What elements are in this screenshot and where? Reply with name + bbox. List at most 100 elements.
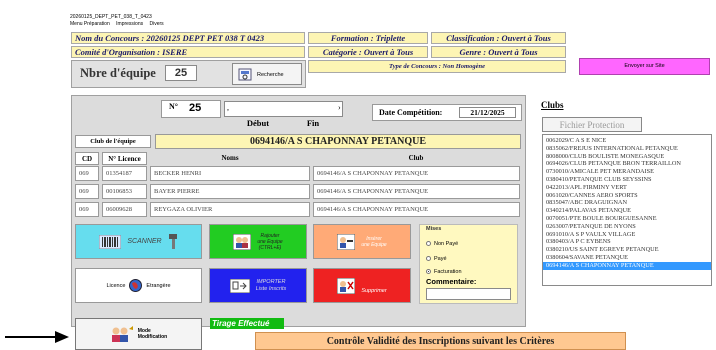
row2-club[interactable]: 0694146/A S CHAPONNAY PETANQUE xyxy=(313,184,520,199)
controle-validite-button[interactable]: Contrôle Validité des Inscriptions suiva… xyxy=(255,332,626,350)
row1-club[interactable]: 0694146/A S CHAPONNAY PETANQUE xyxy=(313,166,520,181)
commentaire-input[interactable] xyxy=(426,288,511,300)
clubs-list[interactable]: 0062029/C A S E NICE 0835062/FREJUS INTE… xyxy=(542,134,712,286)
concours-name: Nom du Concours : 20260125 DEPT PET 038 … xyxy=(71,32,305,44)
club-equipe-label: Club de l'équipe xyxy=(75,135,151,148)
club-item[interactable]: 0694026/CLUB PETANQUE BRON TERRAILLON xyxy=(546,160,708,168)
numero-value: 25 xyxy=(189,102,202,114)
tirage-status: Tirage Effectué xyxy=(210,318,284,329)
mises-option-facturation[interactable]: Facturation xyxy=(426,269,462,275)
numero-label: N° xyxy=(169,102,178,111)
importer-line2: Liste Inscrits xyxy=(255,285,287,292)
col-header-cd: CD xyxy=(75,152,99,165)
licence-label: Licence xyxy=(106,282,126,289)
menu-impressions[interactable]: Impressions xyxy=(116,21,143,27)
radio-icon xyxy=(426,256,431,262)
globe-icon xyxy=(129,279,143,292)
scanner-button[interactable]: SCANNER xyxy=(75,224,202,259)
nbre-equipe-panel: Nbre d'équipe 25 Recherche xyxy=(71,60,306,88)
nbre-equipe-label: Nbre d'équipe xyxy=(80,66,156,80)
scanner-gun-icon xyxy=(168,233,177,249)
envoyer-site-button[interactable]: Envoyer sur Site xyxy=(579,58,710,75)
club-item[interactable]: 0835062/FREJUS INTERNATIONAL PETANQUE xyxy=(546,145,708,153)
scanner-label: SCANNER xyxy=(127,238,162,245)
row3-cd[interactable]: 069 xyxy=(75,202,99,217)
menu-preparation[interactable]: Menu Préparation xyxy=(70,21,110,27)
inserer-line2: une Equipe xyxy=(361,241,387,248)
add-team-icon xyxy=(233,233,252,250)
search-icon xyxy=(238,68,252,81)
mises-option-paye[interactable]: Payé xyxy=(426,256,447,262)
users-edit-icon xyxy=(111,326,133,342)
etrangere-label: Etrangère xyxy=(146,282,171,289)
club-item[interactable]: 0730010/AMICALE PET MERANDAISE xyxy=(546,168,708,176)
radio-icon xyxy=(426,241,431,247)
supprimer-label: Supprimer xyxy=(361,287,387,294)
supprimer-button[interactable]: Supprimer xyxy=(313,268,411,303)
club-item[interactable]: 0422013/APL FIRMINY VERT xyxy=(546,184,708,192)
team-range-input[interactable]: , › xyxy=(224,101,343,117)
categorie-label: Catégorie : Ouvert à Tous xyxy=(308,46,428,58)
mises-option-label: Facturation xyxy=(434,269,462,275)
inserer-equipe-button[interactable]: Insérer une Equipe xyxy=(313,224,411,259)
club-equipe-value: 0694146/A S CHAPONNAY PETANQUE xyxy=(155,134,521,149)
rajouter-line2: une Equipe xyxy=(257,238,283,245)
mises-option-non-paye[interactable]: Non Payé xyxy=(426,241,458,247)
classification-label: Classification : Ouvert à Tous xyxy=(431,32,566,44)
club-item[interactable]: 0691010/A S P VAULX VILLAGE xyxy=(546,231,708,239)
club-item[interactable]: 0380210/US SAINT EGREVE PETANQUE xyxy=(546,246,708,254)
club-item[interactable]: 0061020/CANNES AERO SPORTS xyxy=(546,192,708,200)
rajouter-equipe-button[interactable]: Rajouter une Equipe (CTRL+E) xyxy=(209,224,307,259)
row2-nom[interactable]: BAYER PIERRE xyxy=(150,184,310,199)
recherche-button[interactable]: Recherche xyxy=(232,63,302,85)
comite-label: Comité d'Organisation : ISERE xyxy=(71,46,305,58)
club-item[interactable]: 0835047/ABC DRAGUIGNAN xyxy=(546,199,708,207)
debut-label: Début xyxy=(246,118,270,128)
row3-licence[interactable]: 06009628 xyxy=(102,202,147,217)
importer-button[interactable]: IMPORTER Liste Inscrits xyxy=(209,268,307,303)
fichier-protection-button[interactable]: Fichier Protection xyxy=(542,117,642,132)
delete-team-icon xyxy=(337,277,356,294)
date-competition-input[interactable]: 21/12/2025 xyxy=(459,107,516,118)
radio-selected-icon xyxy=(426,269,431,275)
clubs-title: Clubs xyxy=(541,100,564,110)
mises-panel: Mises Non Payé Payé Facturation Commenta… xyxy=(419,224,518,304)
row2-licence[interactable]: 00106853 xyxy=(102,184,147,199)
row2-cd[interactable]: 069 xyxy=(75,184,99,199)
club-item[interactable]: 8008000/CLUB BOULISTE MONEGASQUE xyxy=(546,153,708,161)
mises-option-label: Payé xyxy=(434,256,447,262)
club-item[interactable]: 0380604/SAVANE PETANQUE xyxy=(546,254,708,262)
rajouter-line3: (CTRL+E) xyxy=(258,244,282,251)
menu-divers[interactable]: Divers xyxy=(149,21,163,27)
club-item[interactable]: 0062029/C A S E NICE xyxy=(546,137,708,145)
mises-option-label: Non Payé xyxy=(434,241,459,247)
genre-label: Genre : Ouvert à Tous xyxy=(431,46,566,58)
row3-nom[interactable]: REYGAZA OLIVIER xyxy=(150,202,310,217)
col-header-noms: Noms xyxy=(221,154,239,162)
date-competition-box: Date Compétition: 21/12/2025 xyxy=(372,104,522,121)
fin-label: Fin xyxy=(306,118,320,128)
mises-title: Mises xyxy=(426,226,442,232)
formation-label: Formation : Triplette xyxy=(308,32,428,44)
row1-nom[interactable]: BECKER HENRI xyxy=(150,166,310,181)
club-item[interactable]: 0070051/PTE BOULE BOURGUESANNE xyxy=(546,215,708,223)
club-item[interactable]: 0263007/PETANQUE DE NYONS xyxy=(546,223,708,231)
date-competition-label: Date Compétition: xyxy=(379,108,443,117)
insert-team-icon xyxy=(337,233,356,250)
type-concours: Type de Concours : Non Homogène xyxy=(308,60,566,73)
range-right-marker: › xyxy=(338,103,341,112)
club-item-selected[interactable]: 0694146/A S CHAPONNAY PETANQUE xyxy=(543,261,711,270)
club-item[interactable]: 0340214/PALAVAS PETANQUE xyxy=(546,207,708,215)
licence-etrangere-button[interactable]: Licence Etrangère xyxy=(75,268,202,303)
col-header-licence: N° Licence xyxy=(102,152,147,165)
club-item[interactable]: 0380403/A P C EYBENS xyxy=(546,238,708,246)
club-item[interactable]: 0380410/PETANQUE CLUB SEYSSINS xyxy=(546,176,708,184)
col-header-club: Club xyxy=(408,154,424,162)
recherche-label: Recherche xyxy=(257,72,284,78)
row1-licence[interactable]: 01354187 xyxy=(102,166,147,181)
mode-modification-button[interactable]: Mode Modification xyxy=(75,318,202,350)
importer-line1: IMPORTER xyxy=(256,278,286,285)
row1-cd[interactable]: 069 xyxy=(75,166,99,181)
row3-club[interactable]: 0694146/A S CHAPONNAY PETANQUE xyxy=(313,202,520,217)
arrow-right-icon xyxy=(5,331,69,343)
